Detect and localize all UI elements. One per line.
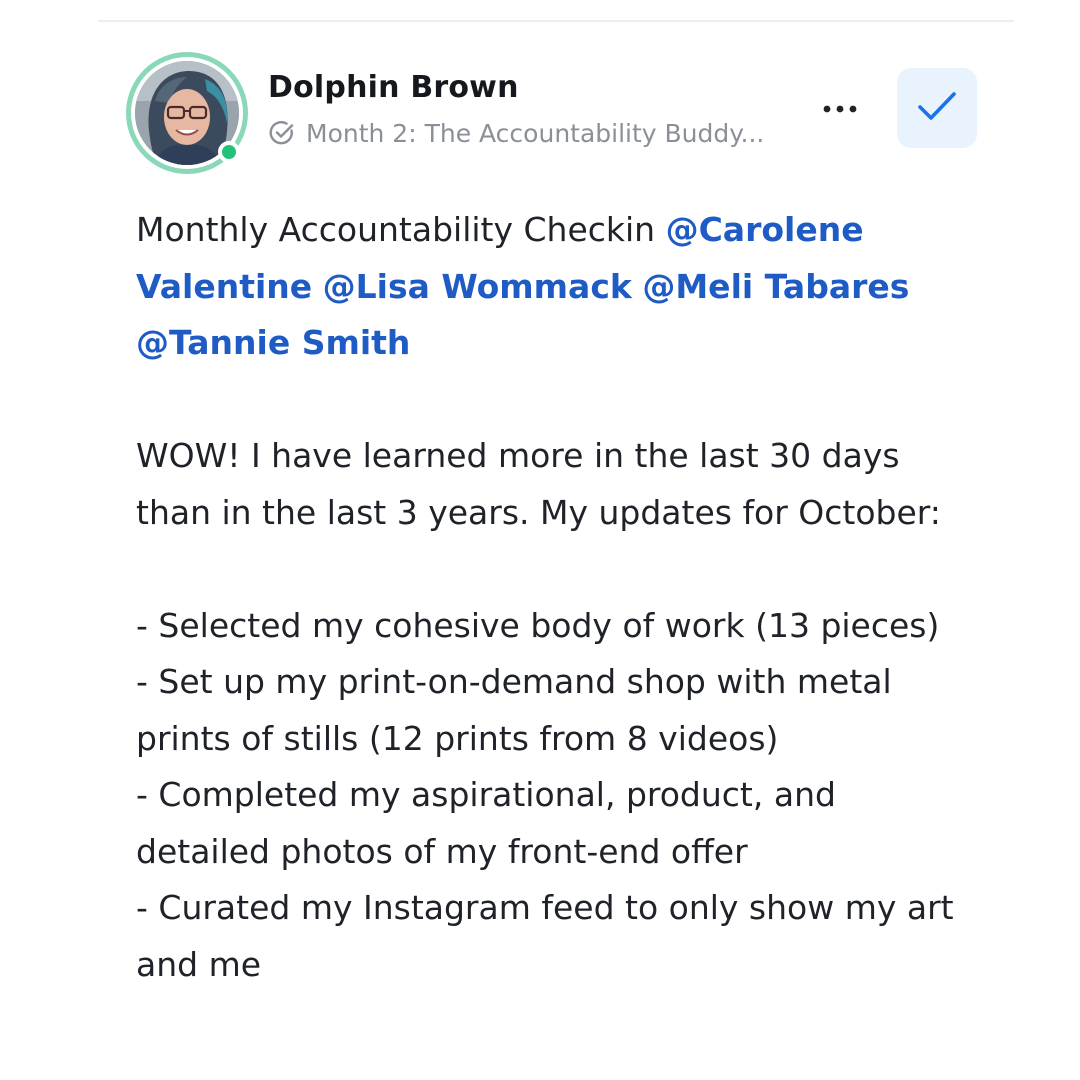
- body-text: Monthly Accountability Checkin: [136, 210, 666, 249]
- body-line: than in the last 3 years. My updates for…: [136, 492, 941, 532]
- body-line: Valentine @Lisa Wommack @Meli Tabares: [136, 259, 976, 316]
- body-line: WOW! I have learned more in the last 30 …: [136, 436, 900, 475]
- body-line: Monthly Accountability Checkin @Carolene: [136, 202, 976, 259]
- mention-link[interactable]: @Carolene: [666, 210, 864, 249]
- body-line: and me: [136, 944, 262, 984]
- online-status-dot: [218, 141, 240, 163]
- post-card: Dolphin Brown Month 2: The Accountabilit…: [0, 0, 1080, 1080]
- mention-link[interactable]: @Lisa Wommack: [323, 267, 632, 306]
- post-body: Monthly Accountability Checkin @Carolene…: [136, 202, 976, 993]
- body-line: - Curated my Instagram feed to only show…: [136, 888, 954, 927]
- space-link[interactable]: Month 2: The Accountability Buddy...: [268, 116, 764, 150]
- circle-check-icon: [268, 119, 296, 147]
- mark-complete-button[interactable]: [897, 68, 977, 148]
- author-avatar[interactable]: [126, 52, 248, 174]
- author-name[interactable]: Dolphin Brown: [268, 70, 519, 105]
- body-line: - Completed my aspirational, product, an…: [136, 775, 836, 814]
- mention-link[interactable]: @Meli Tabares: [642, 267, 909, 306]
- body-line: detailed photos of my front-end offer: [136, 831, 748, 871]
- more-options-button[interactable]: [818, 88, 862, 128]
- body-line: prints of stills (12 prints from 8 video…: [136, 718, 779, 758]
- ellipsis-icon: [820, 99, 860, 118]
- body-line: - Set up my print-on-demand shop with me…: [136, 662, 892, 701]
- body-line: @Tannie Smith: [136, 315, 976, 372]
- space-label: Month 2: The Accountability Buddy...: [306, 118, 765, 148]
- mention-link[interactable]: Valentine: [136, 267, 312, 306]
- body-line: - Selected my cohesive body of work (13 …: [136, 605, 940, 645]
- mention-link[interactable]: @Tannie Smith: [136, 323, 410, 362]
- check-icon: [917, 90, 957, 126]
